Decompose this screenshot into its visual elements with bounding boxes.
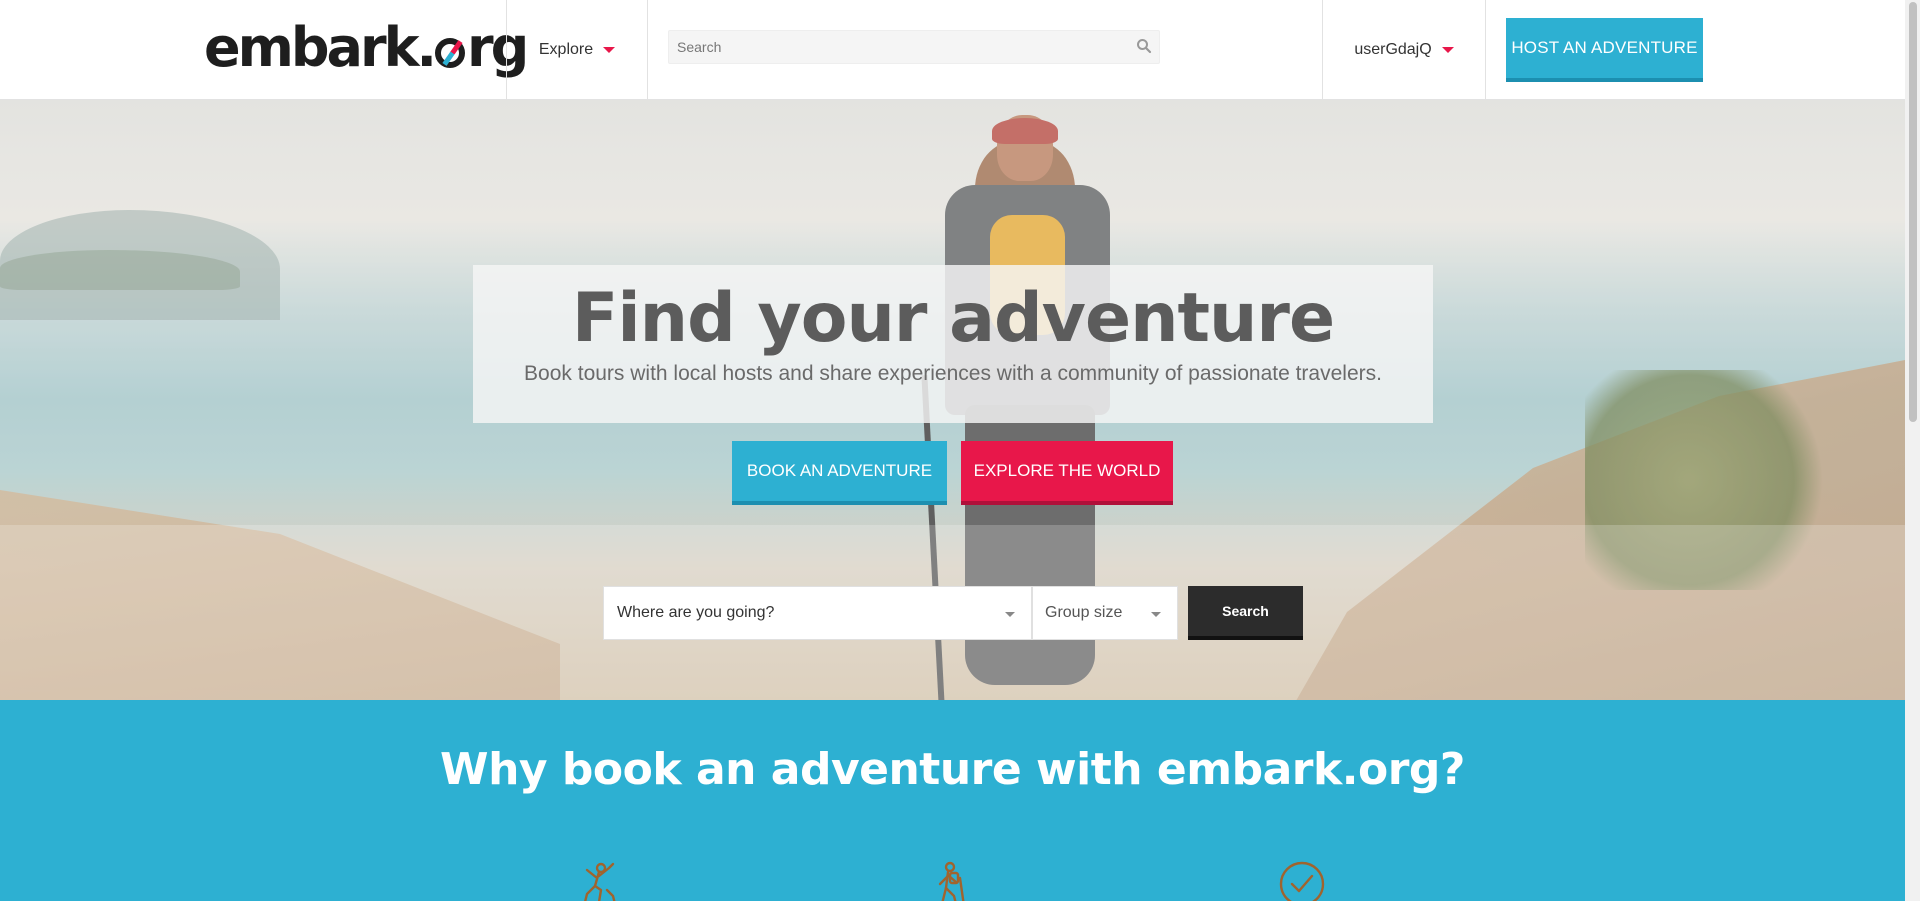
climber-icon bbox=[584, 862, 616, 901]
username: userGdajQ bbox=[1354, 41, 1432, 58]
header-search bbox=[668, 30, 1160, 64]
destination-placeholder: Where are you going? bbox=[617, 604, 775, 621]
caret-down-icon bbox=[1005, 612, 1015, 617]
book-adventure-button[interactable]: BOOK AN ADVENTURE bbox=[732, 441, 947, 505]
logo-text-start: embark. bbox=[204, 16, 437, 79]
scrollbar-thumb[interactable] bbox=[1909, 2, 1917, 422]
caret-down-icon bbox=[603, 47, 616, 53]
hero-subtitle: Book tours with local hosts and share ex… bbox=[524, 362, 1382, 385]
site-header: embark.rg Explore userGdajQ HOST AN ADVE… bbox=[0, 0, 1905, 100]
group-size-select[interactable]: Group size bbox=[1032, 586, 1178, 640]
explore-menu[interactable]: Explore bbox=[507, 0, 647, 100]
user-menu[interactable]: userGdajQ bbox=[1323, 0, 1485, 100]
search-icon[interactable] bbox=[1136, 38, 1152, 54]
why-section: Why book an adventure with embark.org? bbox=[0, 700, 1905, 901]
explore-world-button[interactable]: EXPLORE THE WORLD bbox=[961, 441, 1173, 505]
divider bbox=[647, 0, 648, 100]
hero-text-panel: Find your adventure Book tours with loca… bbox=[473, 265, 1433, 423]
checkmark-circle-icon bbox=[1279, 861, 1325, 901]
host-adventure-button[interactable]: HOST AN ADVENTURE bbox=[1506, 18, 1703, 82]
hero-section: Find your adventure Book tours with loca… bbox=[0, 100, 1905, 700]
hero-title: Find your adventure bbox=[571, 279, 1335, 358]
divider bbox=[1485, 0, 1486, 100]
group-size-label: Group size bbox=[1045, 604, 1123, 621]
search-button[interactable]: Search bbox=[1188, 586, 1303, 640]
page-scrollbar[interactable] bbox=[1905, 0, 1920, 901]
caret-down-icon bbox=[1441, 47, 1454, 53]
destination-select[interactable]: Where are you going? bbox=[603, 586, 1032, 640]
search-input[interactable] bbox=[669, 31, 1159, 63]
compass-icon bbox=[435, 38, 466, 68]
explore-label: Explore bbox=[538, 41, 594, 58]
caret-down-icon bbox=[1151, 612, 1161, 617]
hiker-icon bbox=[938, 861, 965, 901]
why-title: Why book an adventure with embark.org? bbox=[440, 744, 1465, 795]
logo[interactable]: embark. rg bbox=[204, 16, 529, 80]
